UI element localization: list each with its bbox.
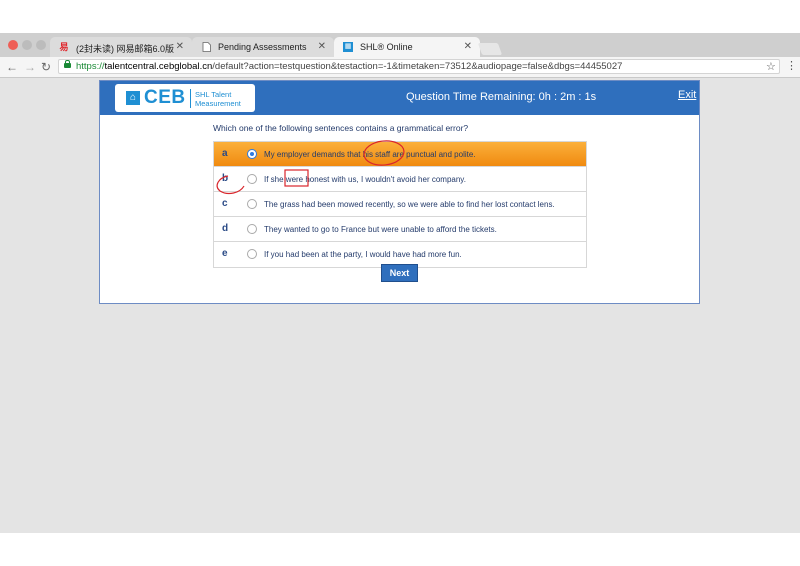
- option-letter: b: [222, 173, 229, 184]
- url-host: talentcentral.cebglobal.cn: [104, 61, 213, 72]
- shl-icon: ▦: [343, 42, 353, 52]
- option-text: They wanted to go to France but were una…: [264, 225, 497, 234]
- close-icon[interactable]: ✕: [318, 41, 326, 52]
- radio-button[interactable]: [247, 249, 257, 259]
- answer-options: a My employer demands that his staff are…: [213, 141, 587, 268]
- address-bar: ← → ↻ https://talentcentral.cebglobal.cn…: [0, 57, 800, 78]
- url-input[interactable]: https://talentcentral.cebglobal.cn/defau…: [58, 59, 780, 74]
- back-arrow-icon[interactable]: ←: [6, 60, 18, 74]
- menu-dots-icon[interactable]: ⋮: [786, 59, 797, 72]
- close-window-icon[interactable]: [8, 40, 18, 50]
- assessment-panel: ⌂ CEB SHL Talent Measurement Question Tim…: [99, 80, 700, 304]
- option-d[interactable]: d They wanted to go to France but were u…: [214, 217, 586, 242]
- option-c[interactable]: c The grass had been mowed recently, so …: [214, 192, 586, 217]
- document-icon: [201, 42, 211, 52]
- maximize-window-icon[interactable]: [36, 40, 46, 50]
- tab-title: SHL® Online: [360, 42, 413, 52]
- exit-link[interactable]: Exit: [678, 89, 696, 101]
- tab-title: (2封未读) 网易邮箱6.0版: [76, 44, 175, 54]
- tab-netease-mail[interactable]: 易 (2封未读) 网易邮箱6.0版 ✕: [50, 37, 192, 57]
- lock-icon: [64, 60, 71, 68]
- radio-button[interactable]: [247, 199, 257, 209]
- question-timer: Question Time Remaining: 0h : 2m : 1s: [406, 91, 597, 103]
- forward-arrow-icon[interactable]: →: [24, 60, 36, 74]
- netease-mail-icon: 易: [59, 42, 69, 52]
- logo-divider: [190, 89, 191, 108]
- radio-button[interactable]: [247, 149, 257, 159]
- tab-title: Pending Assessments: [218, 42, 307, 52]
- option-b[interactable]: b If she were honest with us, I wouldn't…: [214, 167, 586, 192]
- option-text: The grass had been mowed recently, so we…: [264, 200, 555, 209]
- tab-bar: 易 (2封未读) 网易邮箱6.0版 ✕ Pending Assessments …: [0, 33, 800, 57]
- bookmark-star-icon[interactable]: ☆: [766, 60, 776, 73]
- option-letter: a: [222, 148, 228, 159]
- minimize-window-icon[interactable]: [22, 40, 32, 50]
- ceb-logo: ⌂ CEB SHL Talent Measurement: [115, 84, 255, 112]
- next-button[interactable]: Next: [381, 264, 418, 282]
- logo-text: CEB: [144, 87, 186, 108]
- bank-building-icon: ⌂: [126, 91, 140, 105]
- url-scheme: https://: [76, 61, 105, 72]
- option-letter: c: [222, 198, 228, 209]
- radio-button[interactable]: [247, 224, 257, 234]
- close-icon[interactable]: ✕: [464, 41, 472, 52]
- url-path: /default?action=testquestion&testaction=…: [212, 61, 623, 72]
- option-a[interactable]: a My employer demands that his staff are…: [214, 142, 586, 167]
- assessment-header: ⌂ CEB SHL Talent Measurement Question Tim…: [100, 81, 699, 115]
- option-text: My employer demands that his staff are p…: [264, 150, 476, 159]
- reload-icon[interactable]: ↻: [41, 60, 51, 74]
- close-icon[interactable]: ✕: [176, 41, 184, 52]
- new-tab-button[interactable]: [477, 43, 503, 55]
- tab-pending-assessments[interactable]: Pending Assessments ✕: [192, 37, 334, 57]
- option-letter: d: [222, 223, 229, 234]
- logo-subtitle: SHL Talent Measurement: [195, 90, 241, 108]
- option-text: If she were honest with us, I wouldn't a…: [264, 175, 466, 184]
- tab-shl-online[interactable]: ▦ SHL® Online ✕: [334, 37, 480, 57]
- option-letter: e: [222, 248, 228, 259]
- option-text: If you had been at the party, I would ha…: [264, 250, 462, 259]
- question-text: Which one of the following sentences con…: [213, 123, 469, 133]
- radio-button[interactable]: [247, 174, 257, 184]
- browser-window: 易 (2封未读) 网易邮箱6.0版 ✕ Pending Assessments …: [0, 33, 800, 533]
